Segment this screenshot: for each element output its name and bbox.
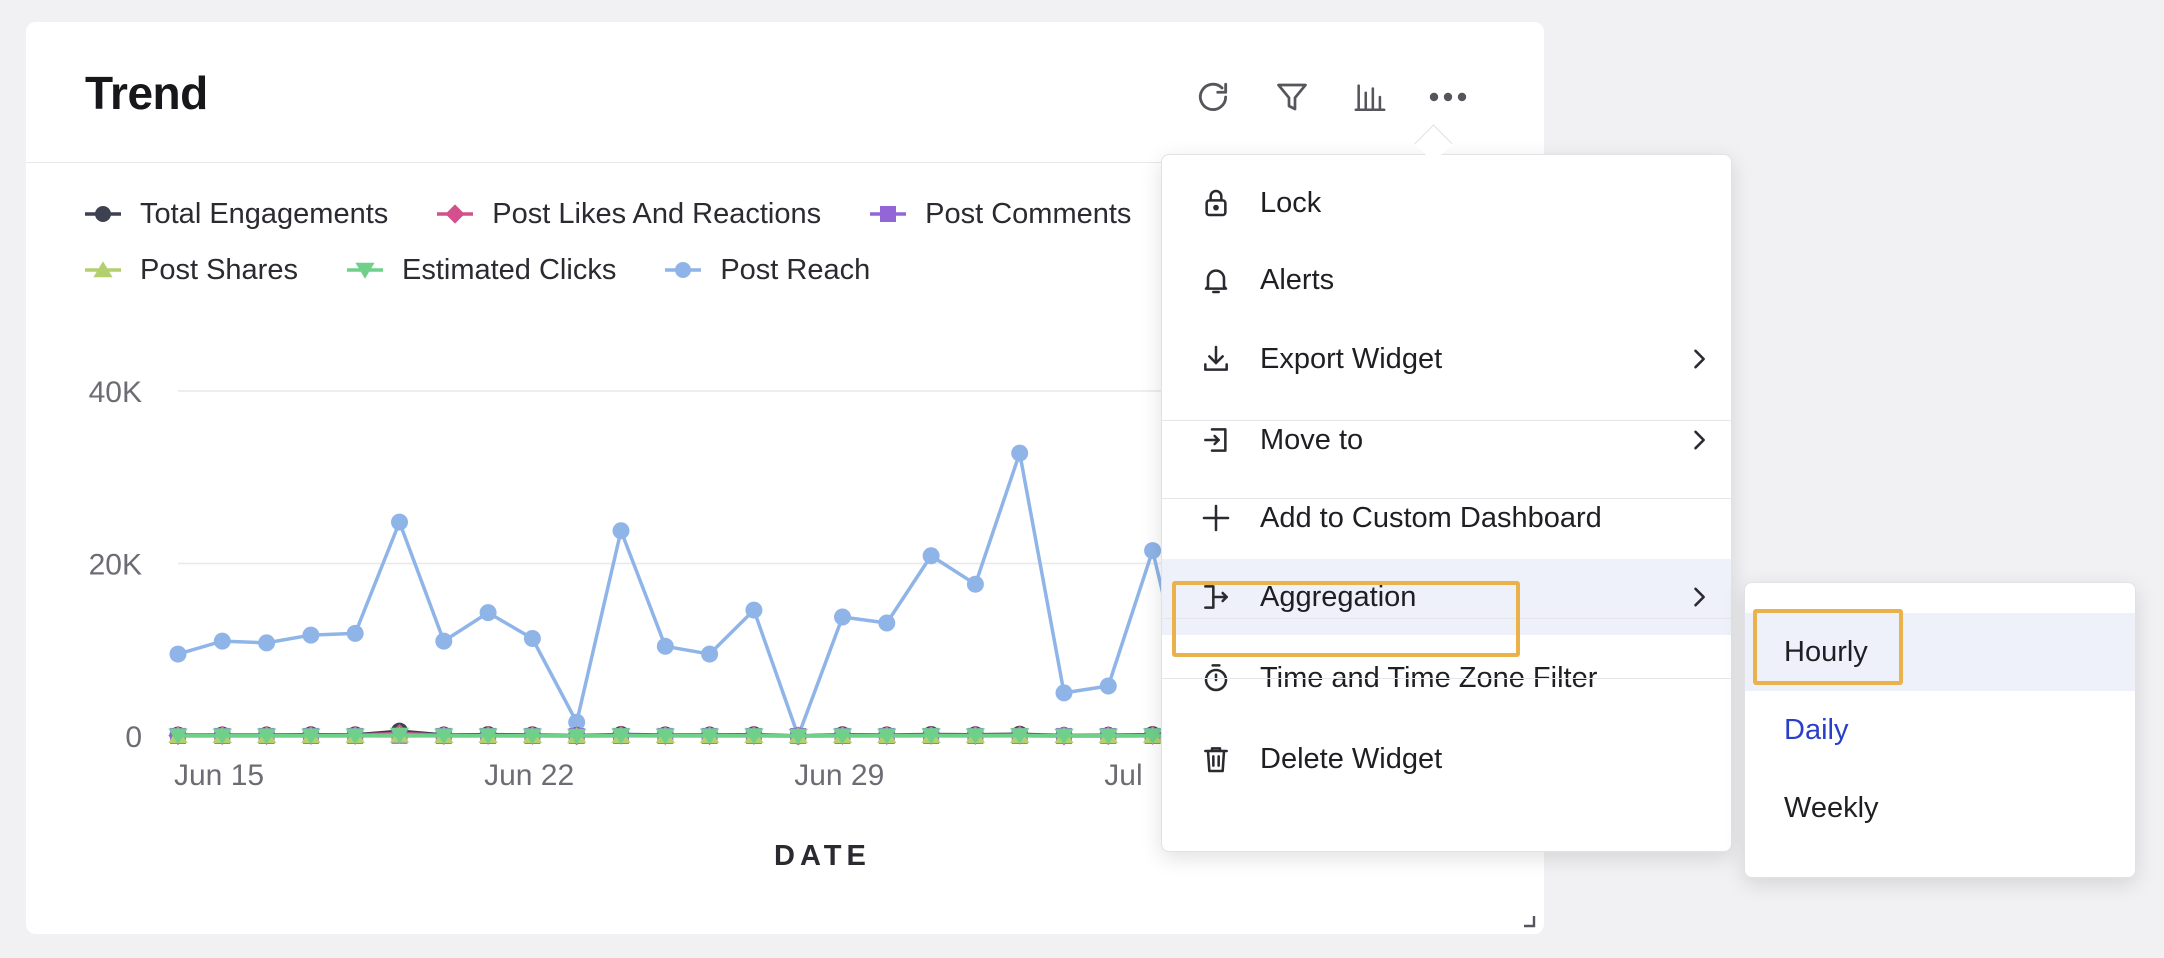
data-point [258,634,276,652]
aggregation-submenu: Hourly Daily Weekly [1744,582,2136,878]
data-point [1055,684,1073,702]
data-point [834,608,851,626]
data-point [612,522,630,540]
x-tick-label: Jun 15 [174,759,264,792]
data-point [922,547,940,565]
data-point [656,637,674,655]
x-tick-label: Jul [1104,759,1142,792]
lock-icon [1198,185,1234,221]
aggregation-option-hourly[interactable]: Hourly [1745,613,2135,691]
menu-divider [1162,498,1731,499]
x-axis-title: DATE [774,840,871,872]
data-point [213,632,231,650]
y-tick-label: 40K [89,376,142,409]
data-point [1099,677,1117,695]
download-icon [1198,341,1234,377]
aggregation-option-daily[interactable]: Daily [1745,691,2135,769]
aggregation-option-label: Weekly [1784,791,1879,824]
trash-icon [1198,741,1234,777]
aggregation-icon [1198,579,1234,615]
menu-item-label: Lock [1260,186,1322,219]
menu-divider [1162,618,1731,619]
menu-item-label: Delete Widget [1260,742,1443,775]
menu-item-lock[interactable]: Lock [1162,165,1731,241]
widget-options-menu: Lock Alerts Export Widget Move to Add to Cus… [1161,154,1732,852]
data-point [878,614,896,632]
bell-icon [1198,262,1234,298]
series-post-reach [169,444,1206,745]
aggregation-option-label: Daily [1784,713,1849,746]
data-point [391,513,408,531]
data-point [745,601,763,619]
x-tick-label: Jun 22 [484,759,574,792]
data-point [346,624,364,642]
chevron-right-icon [1685,426,1713,454]
menu-item-label: Add to Custom Dashboard [1260,501,1602,534]
menu-item-move-to[interactable]: Move to [1162,402,1731,478]
menu-item-export-widget[interactable]: Export Widget [1162,321,1731,397]
menu-item-alerts[interactable]: Alerts [1162,242,1731,318]
data-point [966,575,984,593]
data-point [169,645,187,663]
data-point [1144,542,1162,560]
resize-handle-icon[interactable] [1522,914,1536,928]
data-point [435,632,453,650]
data-point [479,604,497,622]
chevron-right-icon [1685,345,1713,373]
aggregation-option-label: Hourly [1784,635,1868,668]
move-to-icon [1198,422,1234,458]
data-point [1011,444,1029,462]
series-estimated-clicks [168,727,1207,745]
chevron-right-icon [1685,583,1713,611]
menu-item-label: Move to [1260,423,1364,456]
y-tick-label: 20K [89,549,142,582]
menu-item-delete-widget[interactable]: Delete Widget [1162,721,1731,797]
series-line [177,733,1197,738]
menu-item-aggregation[interactable]: Aggregation [1162,559,1731,635]
data-point [302,626,320,644]
plus-icon [1198,500,1234,536]
menu-item-label: Alerts [1260,263,1335,296]
menu-divider [1162,420,1731,421]
data-point [523,630,541,648]
menu-item-label: Export Widget [1260,342,1443,375]
data-point [701,645,719,663]
x-tick-label: Jun 29 [794,759,884,792]
menu-item-add-to-custom-dashboard[interactable]: Add to Custom Dashboard [1162,480,1731,556]
y-tick-label: 0 [125,721,142,754]
series-line [177,451,1199,738]
menu-item-label: Aggregation [1260,580,1417,613]
menu-divider [1162,678,1731,679]
aggregation-option-weekly[interactable]: Weekly [1745,769,2135,847]
